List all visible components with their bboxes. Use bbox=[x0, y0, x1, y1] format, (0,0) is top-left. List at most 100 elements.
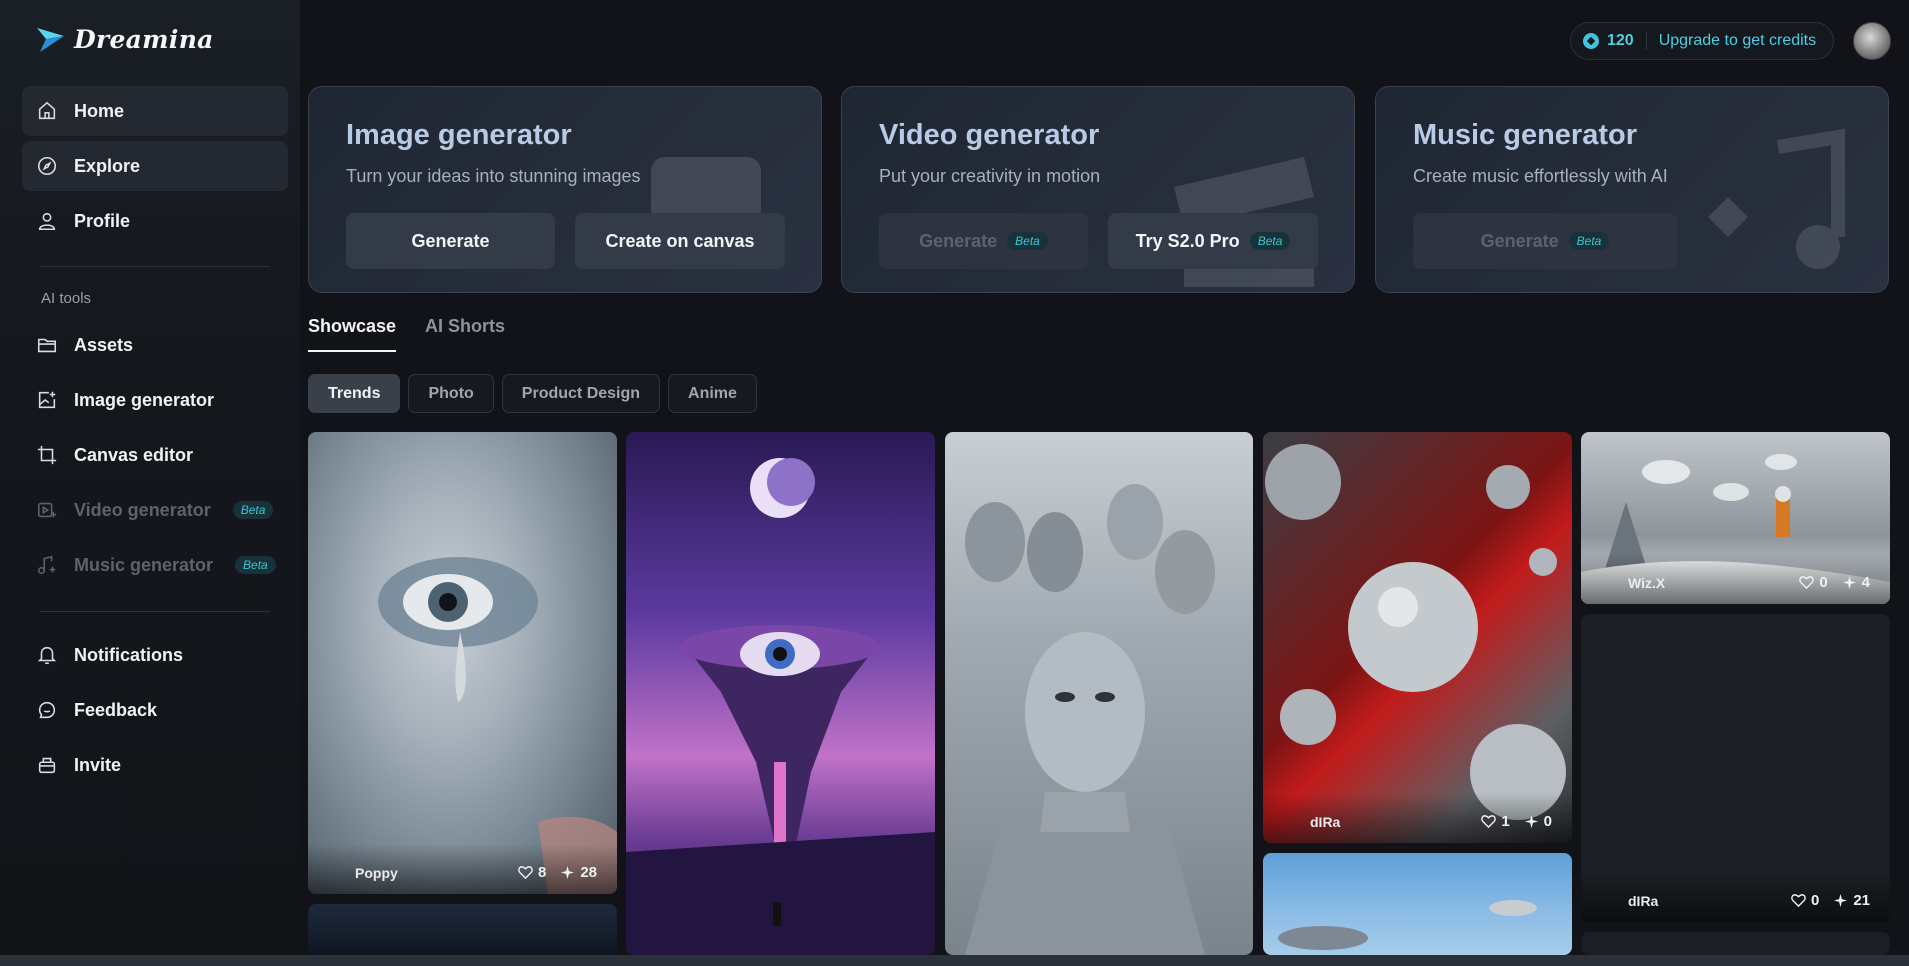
card-title: Video generator bbox=[879, 119, 1100, 151]
gallery-tile[interactable]: Wiz.X 0 4 bbox=[1581, 432, 1890, 604]
beta-badge: Beta bbox=[1007, 232, 1048, 250]
gallery-tile[interactable] bbox=[1263, 853, 1572, 955]
tab-ai-shorts[interactable]: AI Shorts bbox=[425, 316, 505, 352]
sidebar-item-feedback[interactable]: Feedback bbox=[22, 685, 288, 735]
tile-author[interactable]: Wiz.X bbox=[1628, 575, 1665, 591]
music-plus-icon bbox=[36, 554, 58, 576]
sidebar-item-label: Feedback bbox=[74, 699, 158, 720]
sparkle-icon bbox=[1834, 893, 1848, 908]
gallery-tile[interactable]: dIRa 0 21 bbox=[1581, 614, 1890, 922]
remix-stat[interactable]: 21 bbox=[1833, 892, 1870, 909]
tile-author[interactable]: dIRa bbox=[1628, 893, 1658, 909]
sidebar-item-home[interactable]: Home bbox=[22, 86, 288, 136]
app-name: Dreamina bbox=[74, 24, 214, 54]
button-label: Generate bbox=[1480, 230, 1559, 251]
chat-icon bbox=[36, 699, 58, 721]
beta-badge: Beta bbox=[232, 501, 274, 519]
sidebar-item-label: Image generator bbox=[74, 389, 215, 410]
likes-stat[interactable]: 1 bbox=[1481, 813, 1510, 830]
tile-meta: Poppy 8 28 bbox=[308, 844, 617, 894]
image-generate-button[interactable]: Generate bbox=[346, 213, 555, 269]
dreamina-logo[interactable]: Dreamina bbox=[34, 22, 214, 56]
sidebar-item-assets[interactable]: Assets bbox=[22, 320, 288, 370]
sidebar-item-label: Canvas editor bbox=[74, 444, 194, 465]
section-label-ai-tools: AI tools bbox=[41, 290, 92, 307]
sidebar: Dreamina Home Explore Profile AI tools A… bbox=[0, 0, 300, 966]
likes-count: 0 bbox=[1819, 574, 1828, 591]
card-subtitle: Put your creativity in motion bbox=[879, 166, 1101, 186]
sidebar-item-explore[interactable]: Explore bbox=[22, 141, 288, 191]
chrome-spheres-image bbox=[1265, 444, 1566, 820]
video-generator-card: Video generator Put your creativity in m… bbox=[841, 86, 1355, 293]
gallery-tile[interactable] bbox=[308, 904, 617, 955]
create-on-canvas-button[interactable]: Create on canvas bbox=[575, 213, 785, 269]
silver-androids-image bbox=[965, 484, 1215, 955]
tile-stats: 8 28 bbox=[518, 864, 597, 881]
sidebar-item-label: Notifications bbox=[74, 644, 184, 665]
video-generate-button[interactable]: Generate Beta bbox=[879, 213, 1088, 269]
gallery-tile[interactable] bbox=[1581, 932, 1890, 955]
gallery-tile[interactable]: dIRa 1 0 bbox=[1263, 432, 1572, 843]
music-generate-button[interactable]: Generate Beta bbox=[1413, 213, 1677, 269]
likes-stat[interactable]: 8 bbox=[518, 864, 546, 881]
remix-stat[interactable]: 4 bbox=[1842, 574, 1870, 591]
remix-stat[interactable]: 28 bbox=[560, 864, 597, 881]
tear-eye-image bbox=[378, 557, 617, 894]
sidebar-item-invite[interactable]: Invite bbox=[22, 740, 288, 790]
card-subtitle: Create music effortlessly with AI bbox=[1413, 166, 1668, 186]
sidebar-item-image-generator[interactable]: Image generator bbox=[22, 375, 288, 425]
compass-icon bbox=[36, 155, 58, 177]
user-icon bbox=[36, 210, 58, 232]
filter-chip-trends[interactable]: Trends bbox=[308, 374, 401, 413]
primary-nav: Home Explore Profile bbox=[22, 86, 288, 251]
filter-chip-photo[interactable]: Photo bbox=[408, 374, 494, 413]
filter-chip-anime[interactable]: Anime bbox=[668, 374, 757, 413]
beta-badge: Beta bbox=[1249, 232, 1291, 250]
gallery-tile[interactable] bbox=[626, 432, 935, 955]
tile-stats: 0 4 bbox=[1799, 574, 1870, 591]
credits-pill[interactable]: 120 Upgrade to get credits bbox=[1570, 22, 1834, 60]
sparkle-icon bbox=[1524, 814, 1538, 829]
content-tabs: Showcase AI Shorts bbox=[308, 316, 505, 352]
sidebar-divider bbox=[40, 266, 270, 267]
gift-icon bbox=[36, 754, 58, 776]
image-generator-card: Image generator Turn your ideas into stu… bbox=[308, 86, 822, 293]
sidebar-item-music-generator[interactable]: Music generator Beta bbox=[22, 540, 288, 590]
floating-island-eye-image bbox=[626, 458, 935, 955]
likes-stat[interactable]: 0 bbox=[1799, 574, 1828, 591]
card-subtitle: Turn your ideas into stunning images bbox=[346, 166, 641, 186]
credit-coin-icon bbox=[1583, 33, 1599, 49]
sidebar-item-label: Home bbox=[74, 100, 125, 121]
button-label: Try S2.0 Pro bbox=[1135, 230, 1240, 251]
tile-stats: 1 0 bbox=[1481, 813, 1552, 830]
home-icon bbox=[36, 100, 58, 122]
bell-icon bbox=[36, 644, 58, 666]
folder-icon bbox=[36, 334, 58, 356]
likes-stat[interactable]: 0 bbox=[1791, 892, 1819, 909]
crop-icon bbox=[36, 444, 58, 466]
try-s2-pro-button[interactable]: Try S2.0 Pro Beta bbox=[1108, 213, 1318, 269]
likes-count: 1 bbox=[1501, 813, 1510, 830]
sidebar-item-label: Invite bbox=[74, 754, 122, 775]
floating-saucers-image bbox=[1278, 900, 1537, 950]
tile-author[interactable]: dIRa bbox=[1310, 814, 1340, 830]
heart-icon bbox=[518, 866, 533, 880]
remix-stat[interactable]: 0 bbox=[1524, 813, 1552, 830]
sidebar-item-notifications[interactable]: Notifications bbox=[22, 630, 288, 680]
card-title: Image generator bbox=[346, 119, 572, 151]
avatar[interactable] bbox=[1853, 22, 1891, 60]
beta-badge: Beta bbox=[235, 556, 276, 574]
tile-author[interactable]: Poppy bbox=[355, 865, 398, 881]
tab-showcase[interactable]: Showcase bbox=[308, 316, 397, 352]
sidebar-item-video-generator[interactable]: Video generator Beta bbox=[22, 485, 288, 535]
sidebar-item-profile[interactable]: Profile bbox=[22, 196, 288, 246]
sidebar-item-canvas-editor[interactable]: Canvas editor bbox=[22, 430, 288, 480]
credits-divider bbox=[1645, 32, 1647, 50]
gallery-tile[interactable]: Poppy 8 28 bbox=[308, 432, 617, 894]
heart-icon bbox=[1799, 576, 1815, 590]
filter-chip-product-design[interactable]: Product Design bbox=[501, 374, 661, 413]
gallery-tile[interactable] bbox=[945, 432, 1253, 955]
sidebar-item-label: Video generator bbox=[74, 499, 211, 520]
upgrade-credits-link[interactable]: Upgrade to get credits bbox=[1659, 32, 1816, 50]
video-plus-icon bbox=[36, 499, 58, 521]
